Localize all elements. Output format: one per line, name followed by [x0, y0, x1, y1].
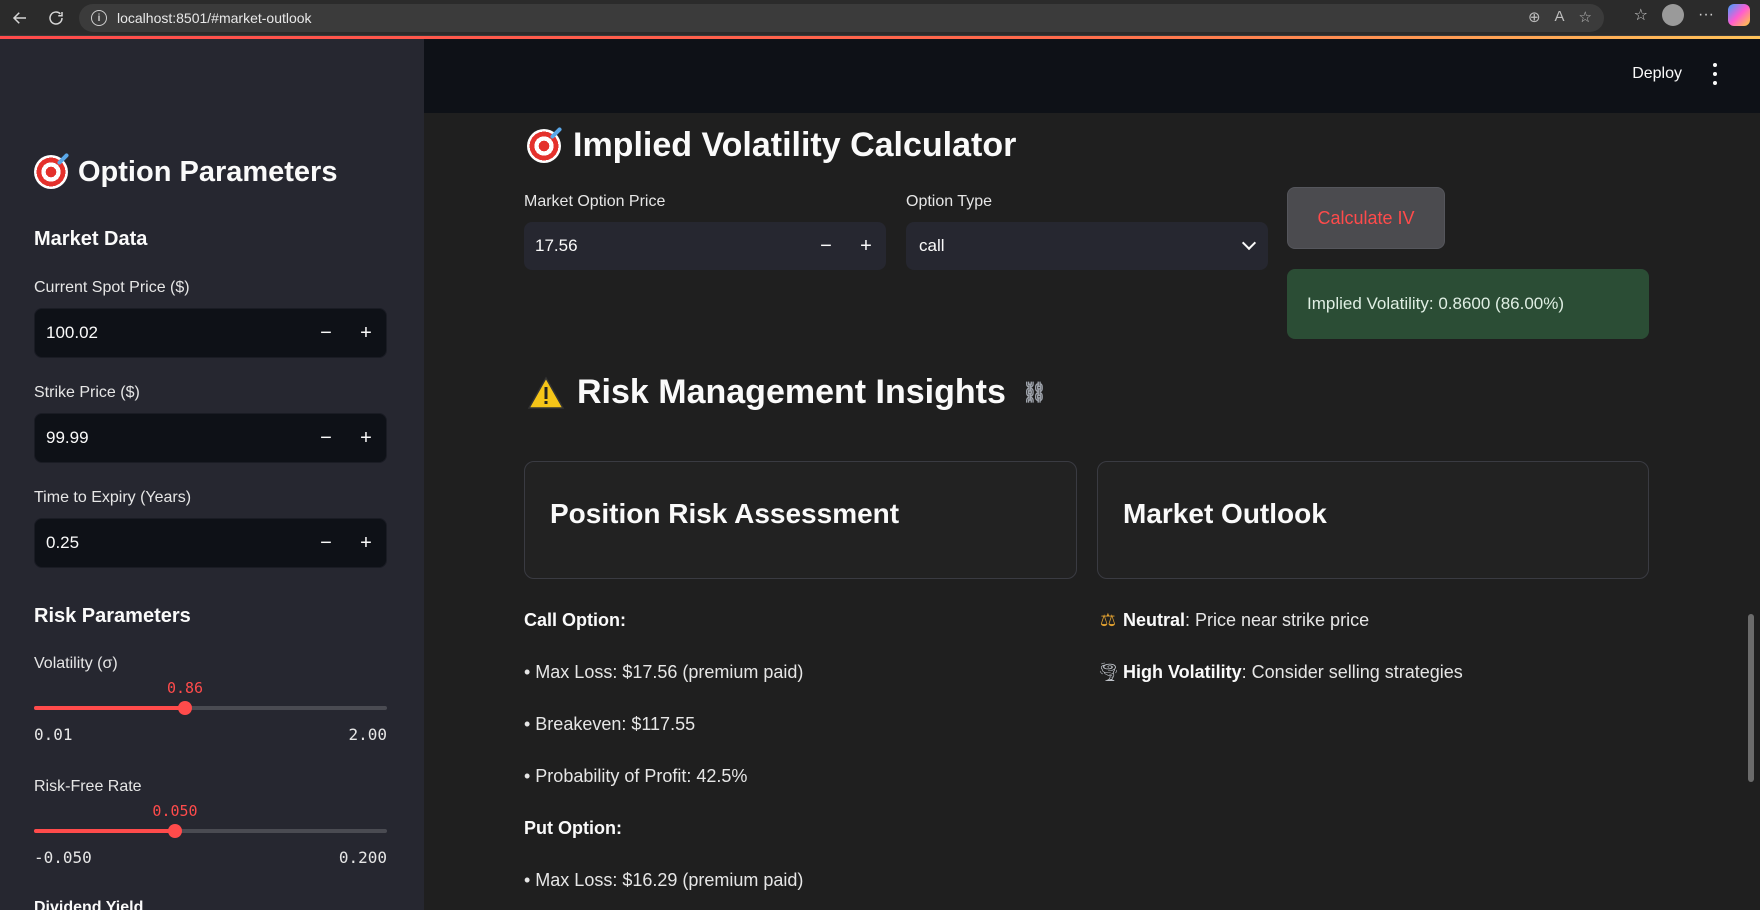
balance-scale-icon: ⚖ [1099, 610, 1117, 630]
position-risk-card-title: Position Risk Assessment [550, 498, 900, 529]
outlook-neutral-text: : Price near strike price [1185, 610, 1370, 630]
spot-increment-button[interactable]: + [346, 309, 386, 357]
call-max-loss: • Max Loss: $17.56 (premium paid) [524, 662, 804, 682]
deploy-button[interactable]: Deploy [1632, 65, 1682, 83]
volatility-thumb[interactable] [178, 701, 192, 715]
risk-free-label: Risk-Free Rate [34, 778, 142, 795]
spot-price-value[interactable]: 100.02 [35, 323, 306, 343]
sidebar: Option Parameters Market Data Current Sp… [0, 39, 424, 910]
main-content: Deploy Implied Volatility Calculator Mar… [424, 39, 1760, 910]
risk-parameters-heading: Risk Parameters [34, 605, 191, 627]
call-probability: • Probability of Profit: 42.5% [524, 766, 748, 786]
volatility-value: 0.86 [166, 679, 204, 697]
risk-section-title-text: Risk Management Insights [577, 373, 1006, 411]
tornado-icon: 🌪 [1097, 662, 1120, 682]
expiry-input[interactable]: 0.25 − + [34, 518, 387, 568]
expiry-decrement-button[interactable]: − [306, 519, 346, 567]
put-option-heading-text: Put Option: [524, 818, 622, 838]
expiry-value[interactable]: 0.25 [35, 533, 306, 553]
favorite-star-icon[interactable]: ☆ [1579, 8, 1592, 26]
volatility-fill [34, 706, 185, 710]
risk-free-min: -0.050 [34, 848, 92, 867]
option-type-label: Option Type [906, 193, 992, 210]
put-option-heading: Put Option: [524, 818, 622, 839]
risk-free-max: 0.200 [338, 848, 387, 867]
spot-price-label: Current Spot Price ($) [34, 279, 190, 296]
expiry-increment-button[interactable]: + [346, 519, 386, 567]
anchor-link-icon[interactable]: ⛓ [1022, 380, 1047, 405]
more-menu-icon[interactable]: ··· [1698, 6, 1714, 24]
sidebar-title-text: Option Parameters [78, 155, 338, 188]
address-bar[interactable]: i localhost:8501/#market-outlook ⊕ A ☆ [79, 4, 1604, 32]
warning-icon [527, 375, 565, 410]
call-breakeven: • Breakeven: $117.55 [524, 714, 696, 734]
copilot-icon[interactable] [1728, 4, 1750, 26]
spot-decrement-button[interactable]: − [306, 309, 346, 357]
iv-result-alert: Implied Volatility: 0.8600 (86.00%) [1287, 269, 1649, 339]
option-type-value: call [919, 236, 945, 255]
app-header: Deploy [424, 39, 1760, 113]
strike-price-label: Strike Price ($) [34, 384, 140, 401]
option-type-select[interactable]: call [906, 222, 1268, 270]
strike-price-value[interactable]: 99.99 [35, 428, 306, 448]
volatility-max: 2.00 [348, 725, 387, 744]
call-option-heading-text: Call Option: [524, 610, 626, 630]
main-menu-icon[interactable] [1710, 63, 1720, 85]
put-max-loss: • Max Loss: $16.29 (premium paid) [524, 870, 804, 890]
chevron-down-icon [1241, 235, 1257, 251]
expiry-label: Time to Expiry (Years) [34, 489, 192, 506]
profile-avatar[interactable] [1662, 4, 1685, 26]
outlook-volatility-text: : Consider selling strategies [1241, 662, 1463, 682]
risk-free-thumb[interactable] [168, 824, 182, 838]
volatility-label: Volatility (σ) [34, 655, 118, 672]
outlook-volatility-bold: High Volatility [1123, 662, 1242, 682]
iv-section-title-text: Implied Volatility Calculator [573, 126, 1017, 164]
market-outlook-card: Market Outlook [1097, 461, 1649, 579]
read-aloud-icon[interactable]: A [1555, 8, 1565, 26]
favorites-icon[interactable]: ☆ [1634, 5, 1648, 25]
target-icon [34, 155, 68, 189]
main-scrollbar[interactable] [1748, 614, 1754, 782]
outlook-neutral: ⚖ Neutral: Price near strike price [1097, 610, 1369, 631]
iv-result-text: Implied Volatility: 0.8600 (86.00%) [1307, 294, 1565, 313]
risk-free-slider[interactable]: 0.050 -0.050 0.200 [34, 802, 387, 867]
spot-price-input[interactable]: 100.02 − + [34, 308, 387, 358]
target-icon [527, 128, 561, 163]
zoom-icon[interactable]: ⊕ [1528, 8, 1541, 26]
market-data-heading: Market Data [34, 228, 148, 250]
risk-free-fill [34, 829, 175, 833]
market-price-value[interactable]: 17.56 [524, 236, 806, 256]
reload-icon[interactable] [42, 4, 70, 32]
strike-increment-button[interactable]: + [346, 414, 386, 462]
calculate-iv-button[interactable]: Calculate IV [1287, 187, 1445, 249]
risk-section-title: Risk Management Insights ⛓ [527, 373, 1047, 412]
market-price-input[interactable]: 17.56 − + [524, 222, 886, 270]
back-icon[interactable] [6, 4, 34, 32]
site-info-icon[interactable]: i [91, 10, 107, 26]
dividend-yield-label: Dividend Yield [34, 899, 144, 910]
call-option-heading: Call Option: [524, 610, 626, 631]
market-price-decrement-button[interactable]: − [806, 235, 846, 258]
strike-decrement-button[interactable]: − [306, 414, 346, 462]
sidebar-title: Option Parameters [34, 155, 337, 189]
volatility-min: 0.01 [34, 725, 73, 744]
position-risk-card: Position Risk Assessment [524, 461, 1077, 579]
iv-section-title: Implied Volatility Calculator [527, 126, 1016, 165]
browser-toolbar: i localhost:8501/#market-outlook ⊕ A ☆ ☆… [0, 0, 1760, 36]
url-text: localhost:8501/#market-outlook [117, 10, 312, 26]
outlook-volatility: 🌪 High Volatility: Consider selling strat… [1097, 662, 1463, 683]
strike-price-input[interactable]: 99.99 − + [34, 413, 387, 463]
market-price-increment-button[interactable]: + [846, 235, 886, 258]
market-outlook-card-title: Market Outlook [1123, 498, 1327, 529]
volatility-slider[interactable]: 0.86 0.01 2.00 [34, 679, 387, 744]
outlook-neutral-bold: Neutral [1123, 610, 1186, 630]
risk-free-value: 0.050 [152, 802, 198, 820]
market-price-label: Market Option Price [524, 193, 666, 210]
